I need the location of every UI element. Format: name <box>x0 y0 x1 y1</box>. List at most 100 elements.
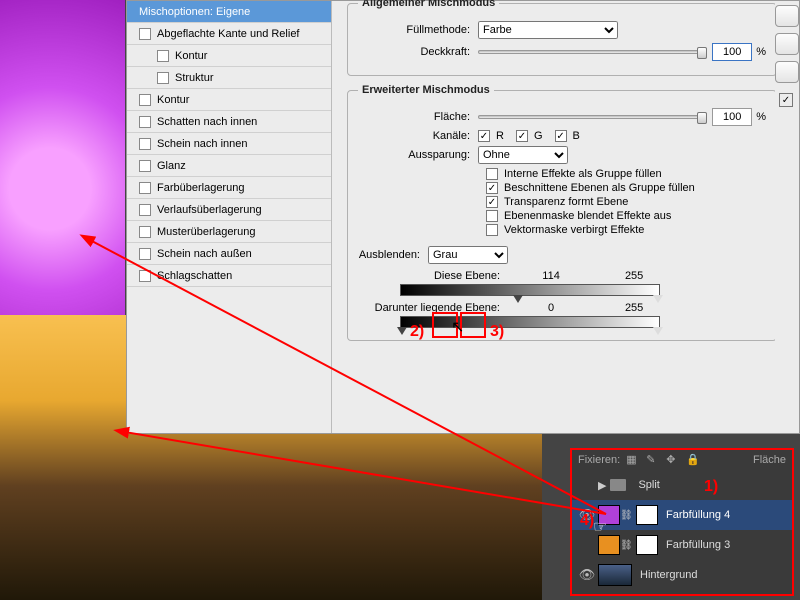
style-bevel[interactable]: Abgeflachte Kante und Relief <box>127 23 331 45</box>
this-layer-black-slider[interactable] <box>513 295 523 303</box>
channels-label: Kanäle: <box>358 130 478 142</box>
opt-internal-effects-checkbox[interactable] <box>486 168 498 180</box>
layer-name[interactable]: Split <box>638 479 659 491</box>
annotation-2-label: 2) <box>410 323 424 341</box>
opt-label: Beschnittene Ebenen als Gruppe füllen <box>504 182 695 194</box>
cursor-icon: ↖ <box>451 317 464 337</box>
opt-clipped-layers-checkbox[interactable] <box>486 182 498 194</box>
annotation-3-label: 3) <box>490 323 504 341</box>
opt-label: Ebenenmaske blendet Effekte aus <box>504 210 671 222</box>
lock-all-icon[interactable]: 🔒 <box>686 453 700 467</box>
disclosure-triangle-icon[interactable]: ▶ <box>598 479 606 492</box>
knockout-label: Aussparung: <box>358 149 478 161</box>
style-satin[interactable]: Glanz <box>127 155 331 177</box>
channel-b-checkbox[interactable] <box>555 130 567 142</box>
style-label: Schein nach innen <box>157 133 248 155</box>
layer-name[interactable]: Farbfüllung 3 <box>666 539 730 551</box>
layer-thumb[interactable] <box>598 564 632 586</box>
fill-label-partial: Fläche <box>753 454 786 466</box>
annotation-1-label: 1) <box>704 478 718 496</box>
style-label: Struktur <box>175 67 214 89</box>
blend-options-panel: Allgemeiner Mischmodus Füllmethode: Farb… <box>337 1 787 433</box>
layer-mask-thumb[interactable] <box>636 505 658 525</box>
advanced-blend-group: Erweiterter Mischmodus Fläche: 100 % Kan… <box>347 84 777 341</box>
style-label: Glanz <box>157 155 186 177</box>
this-layer-gradient[interactable] <box>400 284 660 296</box>
opt-label: Interne Effekte als Gruppe füllen <box>504 168 662 180</box>
layer-name[interactable]: Hintergrund <box>640 569 697 581</box>
this-layer-label: Diese Ebene: <box>358 270 508 282</box>
fill-opacity-value[interactable]: 100 <box>712 108 752 126</box>
style-label: Verlaufsüberlagerung <box>157 199 262 221</box>
opt-label: Vektormaske verbirgt Effekte <box>504 224 644 236</box>
style-stroke[interactable]: Kontur <box>127 89 331 111</box>
ok-button-partial[interactable] <box>775 5 799 27</box>
lock-brush-icon[interactable]: ✎ <box>646 453 660 467</box>
style-label: Kontur <box>175 45 207 67</box>
style-label: Kontur <box>157 89 189 111</box>
layers-lock-bar: Fixieren: ▦ ✎ ✥ 🔒 Fläche <box>572 450 792 470</box>
opacity-value[interactable]: 100 <box>712 43 752 61</box>
style-outer-glow[interactable]: Schein nach außen <box>127 243 331 265</box>
style-label: Schlagschatten <box>157 265 232 287</box>
general-blend-group: Allgemeiner Mischmodus Füllmethode: Farb… <box>347 0 777 76</box>
style-contour-sub[interactable]: Kontur <box>127 45 331 67</box>
style-label: Abgeflachte Kante und Relief <box>157 23 300 45</box>
visibility-toggle[interactable]: 👁 <box>576 567 598 583</box>
under-layer-white-slider[interactable] <box>653 327 663 335</box>
opacity-label: Deckkraft: <box>358 46 478 58</box>
style-pattern-overlay[interactable]: Musterüberlagerung <box>127 221 331 243</box>
blend-mode-label: Füllmethode: <box>358 24 478 36</box>
layer-name[interactable]: Farbfüllung 4 <box>666 509 730 521</box>
styles-list: Mischoptionen: Eigene Abgeflachte Kante … <box>127 1 332 433</box>
opacity-slider[interactable] <box>478 50 704 54</box>
dialog-right-buttons: ✓ <box>775 1 799 433</box>
new-style-button-partial[interactable] <box>775 61 799 83</box>
this-layer-low: 114 <box>511 270 591 282</box>
lock-transparent-icon[interactable]: ▦ <box>626 453 640 467</box>
preview-checkbox[interactable]: ✓ <box>779 93 793 107</box>
style-label: Schein nach außen <box>157 243 252 265</box>
layer-style-dialog: Mischoptionen: Eigene Abgeflachte Kante … <box>126 0 800 434</box>
style-drop-shadow[interactable]: Schlagschatten <box>127 265 331 287</box>
opt-layer-mask-checkbox[interactable] <box>486 210 498 222</box>
opt-vector-mask-checkbox[interactable] <box>486 224 498 236</box>
style-label: Musterüberlagerung <box>157 221 255 243</box>
blend-mode-select[interactable]: Farbe <box>478 21 618 39</box>
channel-r-checkbox[interactable] <box>478 130 490 142</box>
fill-swatch[interactable] <box>598 535 620 555</box>
this-layer-high: 255 <box>594 270 674 282</box>
blendif-select[interactable]: Grau <box>428 246 508 264</box>
fill-opacity-slider[interactable] <box>478 115 704 119</box>
lock-label: Fixieren: <box>578 454 620 466</box>
opt-transparency-shapes-checkbox[interactable] <box>486 196 498 208</box>
advanced-legend: Erweiterter Mischmodus <box>358 84 494 96</box>
style-label: Schatten nach innen <box>157 111 257 133</box>
channel-g-checkbox[interactable] <box>516 130 528 142</box>
layer-image-row[interactable]: 👁 Hintergrund <box>572 560 792 590</box>
blendif-label: Ausblenden: <box>358 249 428 261</box>
fill-opacity-label: Fläche: <box>358 111 478 123</box>
link-mask-icon[interactable]: ⛓ <box>620 540 632 551</box>
this-layer-white-slider[interactable] <box>653 295 663 303</box>
folder-icon <box>610 479 626 491</box>
under-layer-black-slider[interactable] <box>397 327 407 335</box>
general-legend: Allgemeiner Mischmodus <box>358 0 499 9</box>
link-mask-icon[interactable]: ⛓ <box>620 510 632 521</box>
style-color-overlay[interactable]: Farbüberlagerung <box>127 177 331 199</box>
layer-mask-thumb[interactable] <box>636 535 658 555</box>
styles-heading[interactable]: Mischoptionen: Eigene <box>127 1 331 23</box>
knockout-select[interactable]: Ohne <box>478 146 568 164</box>
style-gradient-overlay[interactable]: Verlaufsüberlagerung <box>127 199 331 221</box>
channel-r-label: R <box>496 130 504 142</box>
style-inner-glow[interactable]: Schein nach innen <box>127 133 331 155</box>
cursor-hand-icon: ☞ <box>593 517 607 537</box>
layer-group-row[interactable]: ▶ Split <box>572 470 792 500</box>
cancel-button-partial[interactable] <box>775 33 799 55</box>
lock-move-icon[interactable]: ✥ <box>666 453 680 467</box>
channel-b-label: B <box>573 130 580 142</box>
under-layer-low: 0 <box>511 302 591 314</box>
style-texture-sub[interactable]: Struktur <box>127 67 331 89</box>
under-layer-high: 255 <box>594 302 674 314</box>
style-inner-shadow[interactable]: Schatten nach innen <box>127 111 331 133</box>
